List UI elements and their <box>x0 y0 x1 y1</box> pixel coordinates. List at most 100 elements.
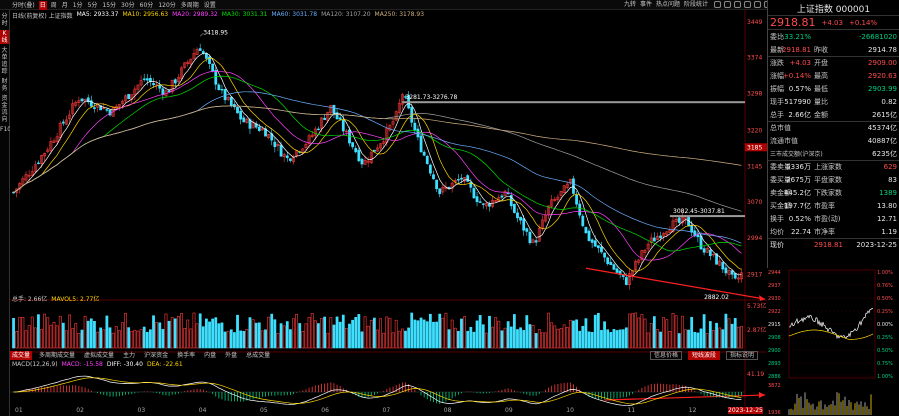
short-wave-button[interactable]: 短线波段 <box>688 351 721 360</box>
candle-body <box>432 174 435 180</box>
tab-volume[interactable]: 成交量 <box>10 351 33 360</box>
stage-stats-button[interactable]: 阶段统计 <box>684 0 708 10</box>
period-month[interactable]: 月 <box>61 1 69 10</box>
tab-outer[interactable]: 外盘 <box>223 351 239 360</box>
volume-bar <box>516 329 519 349</box>
side-tab-kline[interactable]: K线 <box>0 30 9 44</box>
tab-main-force[interactable]: 主力 <box>121 351 137 360</box>
volume-bar <box>724 313 728 349</box>
quote-v1: 445.2亿 <box>783 188 811 197</box>
side-tab-capital-flow[interactable]: 资金流向 <box>0 95 9 123</box>
grid-icon[interactable] <box>724 1 731 8</box>
layout-icon[interactable] <box>714 1 721 8</box>
volume-bar <box>167 320 171 349</box>
volume-bar <box>590 332 594 349</box>
volume-bar <box>702 314 706 349</box>
tab-virtual-volume[interactable]: 虚拟成交量 <box>82 351 116 360</box>
volume-bar <box>105 315 109 349</box>
footer-footer_label: 现价 <box>770 241 784 249</box>
period-120min[interactable]: 120分 <box>157 1 176 10</box>
indicator-help-button[interactable]: 指标说明 <box>726 351 759 360</box>
period-15min[interactable]: 15分 <box>101 1 117 10</box>
quote-change-pct: +0.14% <box>848 18 878 27</box>
hot-topics-button[interactable]: 热点问题 <box>656 0 680 10</box>
menu-icon[interactable] <box>754 1 761 8</box>
mini-axis-right: 0.00% <box>877 322 893 328</box>
period-multi[interactable]: 多周期 <box>180 1 200 10</box>
side-tab-f10[interactable]: F10 <box>0 126 11 133</box>
candle-body <box>257 126 261 131</box>
volume-bar <box>317 323 320 349</box>
tab-multi-volume[interactable]: 多周期成交量 <box>37 351 77 360</box>
quote-l2: 市盈率 <box>814 201 835 210</box>
zoom-icon[interactable] <box>744 1 751 8</box>
ma10-value: MA10: 2956.63 <box>122 11 169 18</box>
period-week[interactable]: 周 <box>50 1 58 10</box>
volume-bar <box>285 321 289 349</box>
quote-v2: 0.82 <box>881 97 897 106</box>
mini-bg <box>767 268 899 416</box>
tab-turnover[interactable]: 换手率 <box>175 351 197 360</box>
tab-hs-capital[interactable]: 沪深资金 <box>142 351 170 360</box>
events-button[interactable]: 事件 <box>640 0 652 10</box>
volume-bar <box>93 320 96 349</box>
period-5min[interactable]: 5分 <box>87 1 99 10</box>
nine-turn-button[interactable]: 九转 <box>624 0 636 10</box>
volume-bar <box>612 329 616 349</box>
side-tab-intraday[interactable]: 分时 <box>0 13 9 27</box>
candle-body <box>593 240 597 247</box>
volume-bar <box>600 329 603 349</box>
candle-body <box>702 248 706 253</box>
tab-total-volume[interactable]: 总成交量 <box>244 351 272 360</box>
period-30min[interactable]: 30分 <box>120 1 136 10</box>
quote-row: 最新 2918.81 昨收 2914.78 <box>768 43 899 56</box>
month-label: 07 <box>382 407 391 414</box>
period-settings[interactable]: 设置 <box>203 1 217 10</box>
volume-bar <box>652 316 656 349</box>
candle-body <box>229 96 233 106</box>
info-price-button[interactable]: 信息价格 <box>650 351 683 360</box>
volume-bar <box>242 330 246 349</box>
ma5-value: MA5: 2933.37 <box>76 11 119 18</box>
side-tab-finance[interactable]: 财务 <box>0 78 9 92</box>
intraday-mini-chart[interactable]: 2944 1.00% 2937 0.76% 2930 0.50% 2922 0.25% 2915… <box>767 268 899 416</box>
side-tab-big-order[interactable]: 大单追踪 <box>0 47 9 75</box>
mini-axis-left: 2908 <box>768 335 781 341</box>
current-date-tag: 2023-12-25 <box>728 407 763 414</box>
quote-v1: +0.14% <box>782 71 811 80</box>
volume-bar <box>435 321 438 349</box>
kline-chart[interactable]: 3418.95 3281.73-3276.78 3082.45-3037.81 288… <box>10 10 767 406</box>
tab-inner[interactable]: 内盘 <box>202 351 218 360</box>
candle-body <box>145 78 149 81</box>
volume-bar <box>730 323 734 349</box>
quote-v2: 6235亿 <box>872 149 897 158</box>
candle-body <box>152 83 155 86</box>
candle-body <box>242 117 246 123</box>
period-60min[interactable]: 60分 <box>139 1 155 10</box>
volume-bar <box>279 323 283 349</box>
candle-body <box>534 240 538 243</box>
candle-body <box>590 239 594 243</box>
candle-body <box>581 215 585 227</box>
list-icon[interactable] <box>734 1 741 8</box>
mini-axis-left: 2922 <box>768 309 781 315</box>
period-day[interactable]: 日 <box>38 0 47 10</box>
quote-v2: 2920.63 <box>868 71 897 80</box>
volume-total: 总手: 2.66亿 <box>12 296 48 303</box>
candle-body <box>512 203 516 213</box>
quote-row: 涨跌 +4.03 开盘 2909.00 <box>768 56 899 69</box>
ma20-value: MA20: 2989.32 <box>172 11 218 18</box>
volume-bar <box>335 316 339 349</box>
candle-body <box>198 48 202 51</box>
volume-bar <box>715 322 718 349</box>
quote-l1: 总市值 <box>770 124 791 132</box>
volume-bar <box>127 327 131 349</box>
stock-app: 分时(叠) 日 周 月 1分 5分 15分 30分 60分 120分 多周期 设… <box>0 0 899 416</box>
volume-bar <box>248 317 252 349</box>
candle-body <box>279 144 283 157</box>
volume-bar <box>618 329 622 349</box>
candle-body <box>158 84 162 89</box>
period-1min[interactable]: 1分 <box>72 1 84 10</box>
period-intraday[interactable]: 分时(叠) <box>11 1 36 10</box>
candle-body <box>733 273 737 279</box>
